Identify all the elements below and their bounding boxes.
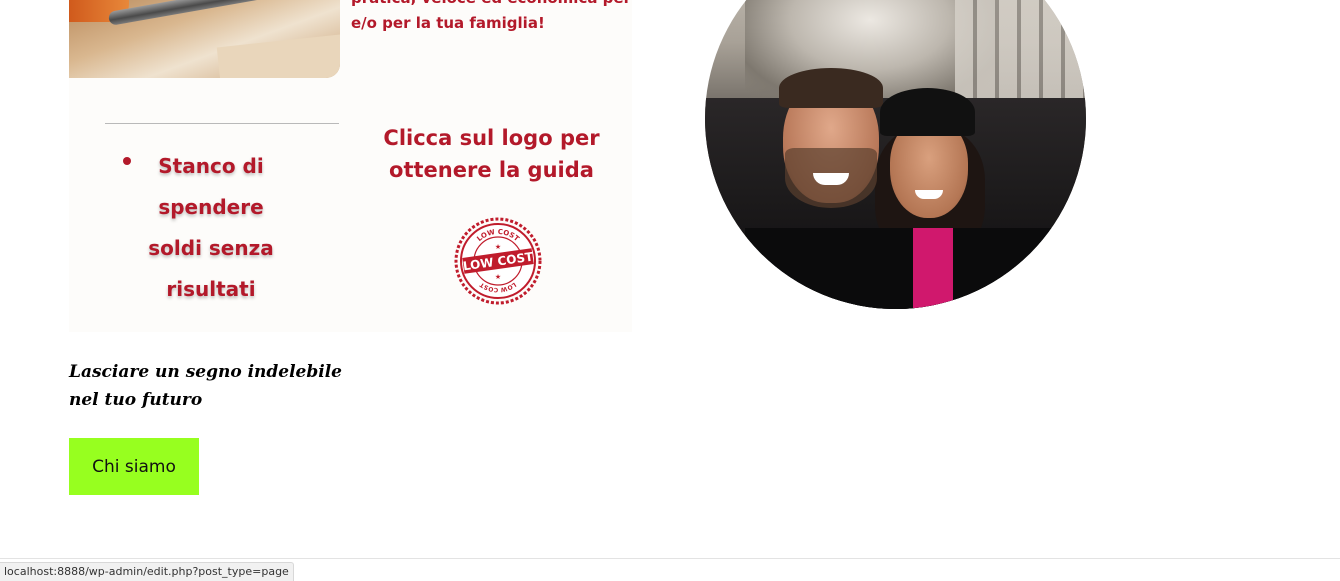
woman-cap (880, 88, 975, 136)
promo-graphic: pratica, veloce ed economica per te e/o … (69, 0, 632, 332)
cutting-board (216, 32, 340, 78)
tagline: Lasciare un segno indelebile nel tuo fut… (69, 362, 342, 410)
low-cost-stamp-icon: LOW COST LOW COST ★ ★ LOW COST (454, 217, 542, 305)
pink-top (913, 228, 953, 308)
promo-cta-text: Clicca sul logo per ottenere la guida (383, 126, 600, 182)
couple-portrait (705, 0, 1086, 309)
svg-text:★: ★ (495, 243, 501, 251)
bullet-icon (123, 157, 131, 165)
promo-top-line2: e/o per la tua famiglia! (351, 14, 545, 32)
background-building (955, 0, 1086, 98)
kitchen-photo (69, 0, 340, 78)
promo-top-line1: pratica, veloce ed economica per te (351, 0, 632, 11)
kitchen-utensil (107, 0, 318, 26)
browser-status-bar: localhost:8888/wp-admin/edit.php?post_ty… (0, 558, 1340, 581)
promo-bullet-text: Stanco di spendere soldi senza risultati (148, 154, 274, 301)
jackets (745, 228, 1075, 309)
low-cost-logo-link[interactable]: LOW COST LOW COST ★ ★ LOW COST (453, 216, 543, 306)
status-url: localhost:8888/wp-admin/edit.php?post_ty… (0, 562, 294, 581)
man-hair (779, 68, 883, 108)
promo-divider (105, 123, 339, 124)
svg-text:★: ★ (495, 273, 501, 281)
chi-siamo-button[interactable]: Chi siamo (69, 438, 199, 495)
promo-top-text: pratica, veloce ed economica per te e/o … (351, 0, 632, 36)
